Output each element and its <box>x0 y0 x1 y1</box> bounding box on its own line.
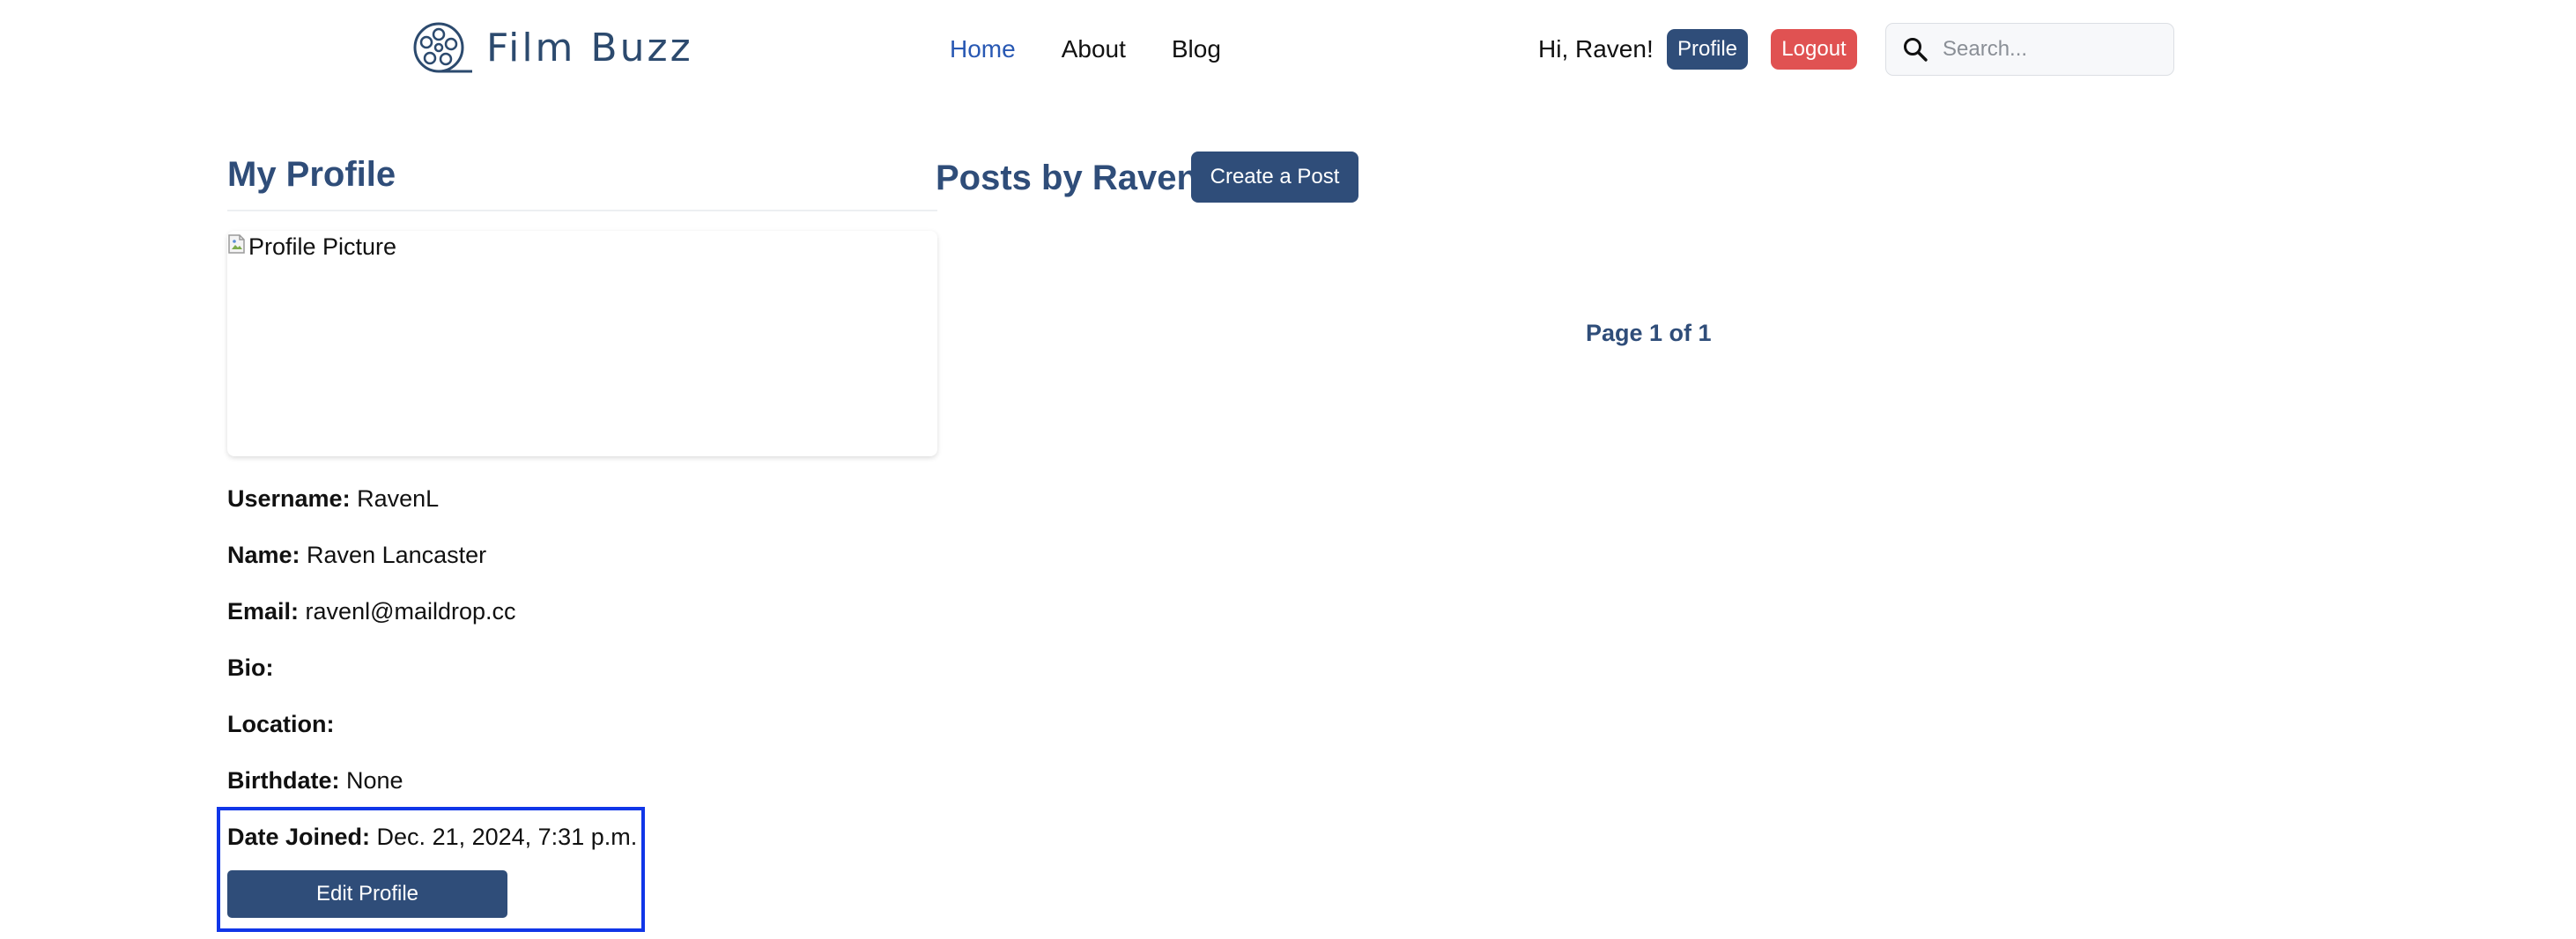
search-input[interactable] <box>1941 36 2161 63</box>
edit-profile-button[interactable]: Edit Profile <box>227 870 507 918</box>
bio-field: Bio: <box>227 652 273 684</box>
nav-link-about[interactable]: About <box>1062 32 1126 67</box>
date-joined-value: Dec. 21, 2024, 7:31 p.m. <box>376 824 638 850</box>
email-value: ravenl@maildrop.cc <box>305 598 516 625</box>
search-icon <box>1904 38 1928 62</box>
name-value: Raven Lancaster <box>307 542 487 568</box>
name-label: Name: <box>227 542 300 568</box>
birthdate-field: Birthdate: None <box>227 765 403 796</box>
divider <box>227 210 937 211</box>
user-greeting: Hi, Raven! <box>1538 35 1654 63</box>
brand-logo-link[interactable]: Film Buzz <box>411 19 693 76</box>
date-joined-field: Date Joined: Dec. 21, 2024, 7:31 p.m. <box>227 821 637 853</box>
film-reel-icon <box>413 22 472 73</box>
name-field: Name: Raven Lancaster <box>227 539 486 571</box>
navbar: Film Buzz Home About Blog Hi, Raven! Pro… <box>0 0 2576 99</box>
username-value: RavenL <box>357 485 440 512</box>
birthdate-label: Birthdate: <box>227 767 340 794</box>
logout-button[interactable]: Logout <box>1771 29 1857 70</box>
nav-link-home[interactable]: Home <box>950 32 1016 67</box>
profile-picture-alt-text: Profile Picture <box>248 233 397 260</box>
email-label: Email: <box>227 598 300 625</box>
location-field: Location: <box>227 708 335 740</box>
username-field: Username: RavenL <box>227 483 439 514</box>
date-joined-label: Date Joined: <box>227 824 371 850</box>
birthdate-value: None <box>346 767 403 794</box>
main-nav: Home About Blog <box>950 32 1267 67</box>
pagination-label: Page 1 of 1 <box>1586 320 1712 346</box>
location-label: Location: <box>227 711 335 737</box>
profile-section: My Profile Profile Picture <box>227 146 937 456</box>
create-post-button[interactable]: Create a Post <box>1191 152 1358 203</box>
posts-title: Posts by Raven <box>936 159 1198 197</box>
bio-label: Bio: <box>227 654 274 681</box>
broken-image-icon <box>228 234 245 254</box>
nav-link-blog[interactable]: Blog <box>1172 32 1221 67</box>
email-field: Email: ravenl@maildrop.cc <box>227 595 516 627</box>
brand-name: Film Buzz <box>486 25 693 70</box>
username-label: Username: <box>227 485 351 512</box>
profile-button[interactable]: Profile <box>1667 29 1748 70</box>
profile-title: My Profile <box>227 155 396 194</box>
search-box[interactable] <box>1885 23 2174 76</box>
profile-picture-card: Profile Picture <box>227 231 937 456</box>
